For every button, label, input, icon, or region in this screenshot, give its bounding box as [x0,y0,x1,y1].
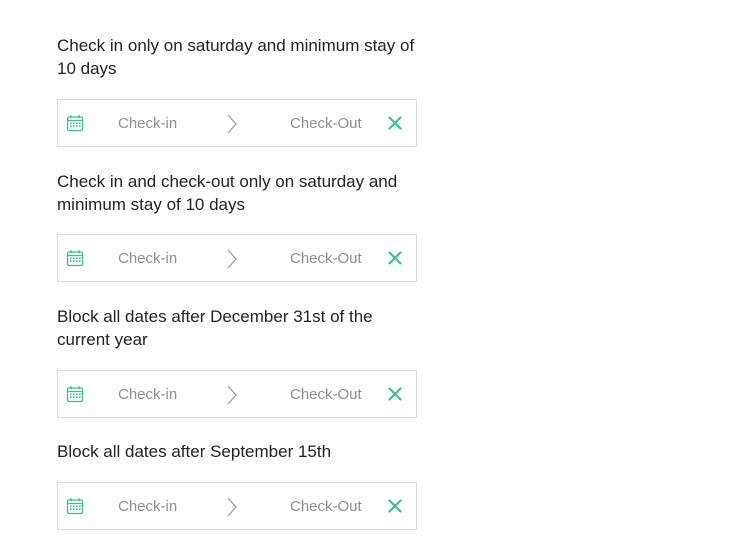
clear-dates-icon[interactable] [387,115,403,131]
check-in-input[interactable] [118,386,228,403]
clear-dates-icon[interactable] [387,386,403,402]
section-heading: Check in and check-out only on saturday … [57,172,398,214]
clear-dates-icon[interactable] [387,250,403,266]
picker-section-1: Check in only on saturday and minimum st… [57,34,419,147]
date-range-picker[interactable] [57,99,417,147]
check-in-input[interactable] [118,115,228,132]
chevron-right-icon [227,114,237,134]
section-heading: Block all dates after September 15th [57,442,332,461]
chevron-right-icon [227,497,237,517]
picker-section-2: Check in and check-out only on saturday … [57,170,419,282]
picker-section-3: Block all dates after December 31st of t… [57,305,419,418]
check-out-input[interactable] [290,498,390,515]
chevron-right-icon [227,249,237,269]
date-range-picker[interactable] [57,370,417,418]
calendar-icon[interactable] [66,385,84,403]
section-heading: Check in only on saturday and minimum st… [57,36,415,78]
section-heading: Block all dates after December 31st of t… [57,307,373,349]
date-range-picker[interactable] [57,482,417,530]
check-in-input[interactable] [118,250,228,267]
picker-section-4: Block all dates after September 15th [57,440,419,530]
calendar-icon[interactable] [66,114,84,132]
check-in-input[interactable] [118,498,228,515]
check-out-input[interactable] [290,250,390,267]
clear-dates-icon[interactable] [387,498,403,514]
check-out-input[interactable] [290,386,390,403]
calendar-icon[interactable] [66,249,84,267]
chevron-right-icon [227,385,237,405]
calendar-icon[interactable] [66,497,84,515]
check-out-input[interactable] [290,115,390,132]
date-range-picker[interactable] [57,234,417,282]
